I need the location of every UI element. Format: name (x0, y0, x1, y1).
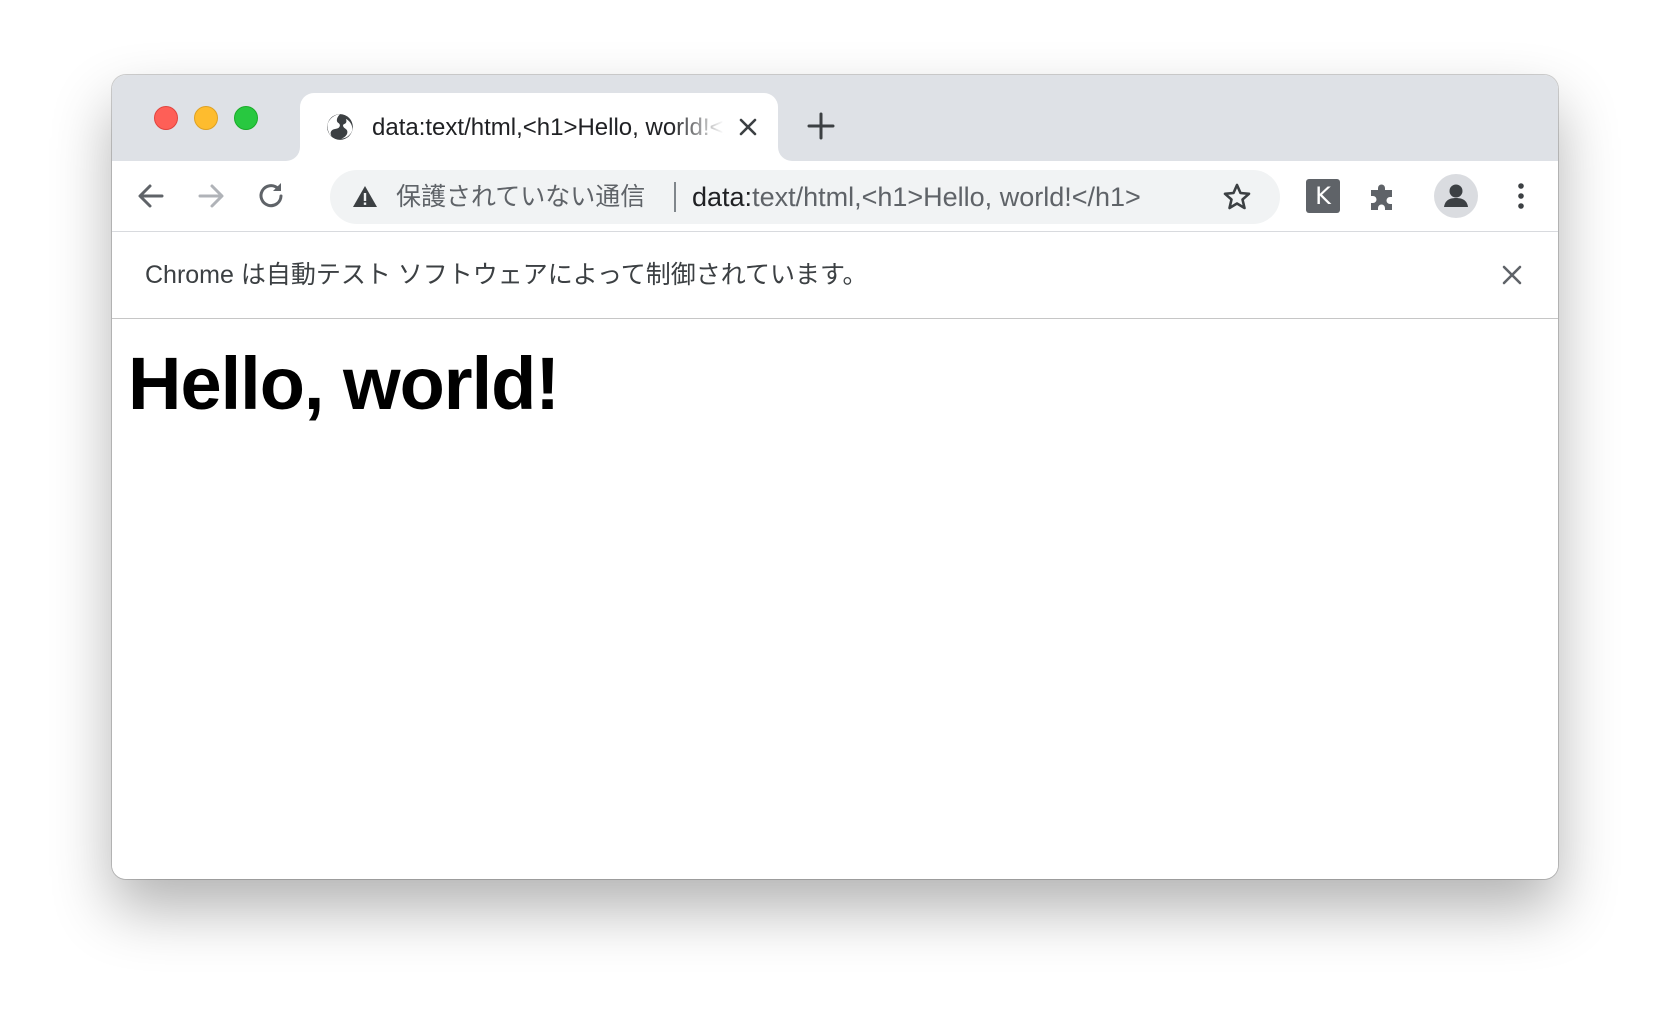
close-icon[interactable] (736, 115, 760, 139)
globe-icon (327, 114, 353, 140)
profile-avatar[interactable] (1434, 174, 1478, 218)
reload-icon[interactable] (254, 179, 288, 213)
title-bar: data:text/html,<h1>Hello, world!</h1> (112, 75, 1558, 161)
browser-window: data:text/html,<h1>Hello, world!</h1> (112, 75, 1558, 879)
address-bar[interactable]: 保護されていない通信 data:text/html,<h1>Hello, wor… (330, 170, 1280, 224)
window-close-button[interactable] (154, 106, 178, 130)
window-zoom-button[interactable] (234, 106, 258, 130)
tab-title: data:text/html,<h1>Hello, world!</h1> (372, 114, 724, 141)
kebab-menu-icon[interactable] (1504, 179, 1538, 213)
url-rest: text/html,<h1>Hello, world!</h1> (752, 182, 1141, 212)
page-content: Hello, world! (112, 319, 1558, 879)
close-icon[interactable] (1500, 263, 1524, 287)
url-text[interactable]: data:text/html,<h1>Hello, world!</h1> (692, 182, 1141, 212)
person-icon (1444, 184, 1468, 207)
url-scheme: data: (692, 182, 753, 212)
tab-active[interactable]: data:text/html,<h1>Hello, world!</h1> (300, 93, 778, 161)
extension-k-icon[interactable]: K (1306, 179, 1340, 213)
arrow-forward-icon[interactable] (194, 179, 228, 213)
toolbar: 保護されていない通信 data:text/html,<h1>Hello, wor… (112, 161, 1558, 232)
page-heading: Hello, world! (128, 342, 560, 425)
warning-triangle-icon[interactable] (352, 184, 378, 210)
infobar-message: Chrome は自動テスト ソフトウェアによって制御されています。 (145, 261, 868, 289)
arrow-back-icon[interactable] (134, 179, 168, 213)
window-minimize-button[interactable] (194, 106, 218, 130)
automation-infobar: Chrome は自動テスト ソフトウェアによって制御されています。 (112, 232, 1558, 319)
puzzle-icon[interactable] (1366, 179, 1400, 213)
plus-icon[interactable] (806, 111, 836, 141)
security-status-label[interactable]: 保護されていない通信 (396, 182, 645, 212)
star-outline-icon[interactable] (1222, 182, 1252, 212)
omnibox-divider (674, 182, 676, 212)
